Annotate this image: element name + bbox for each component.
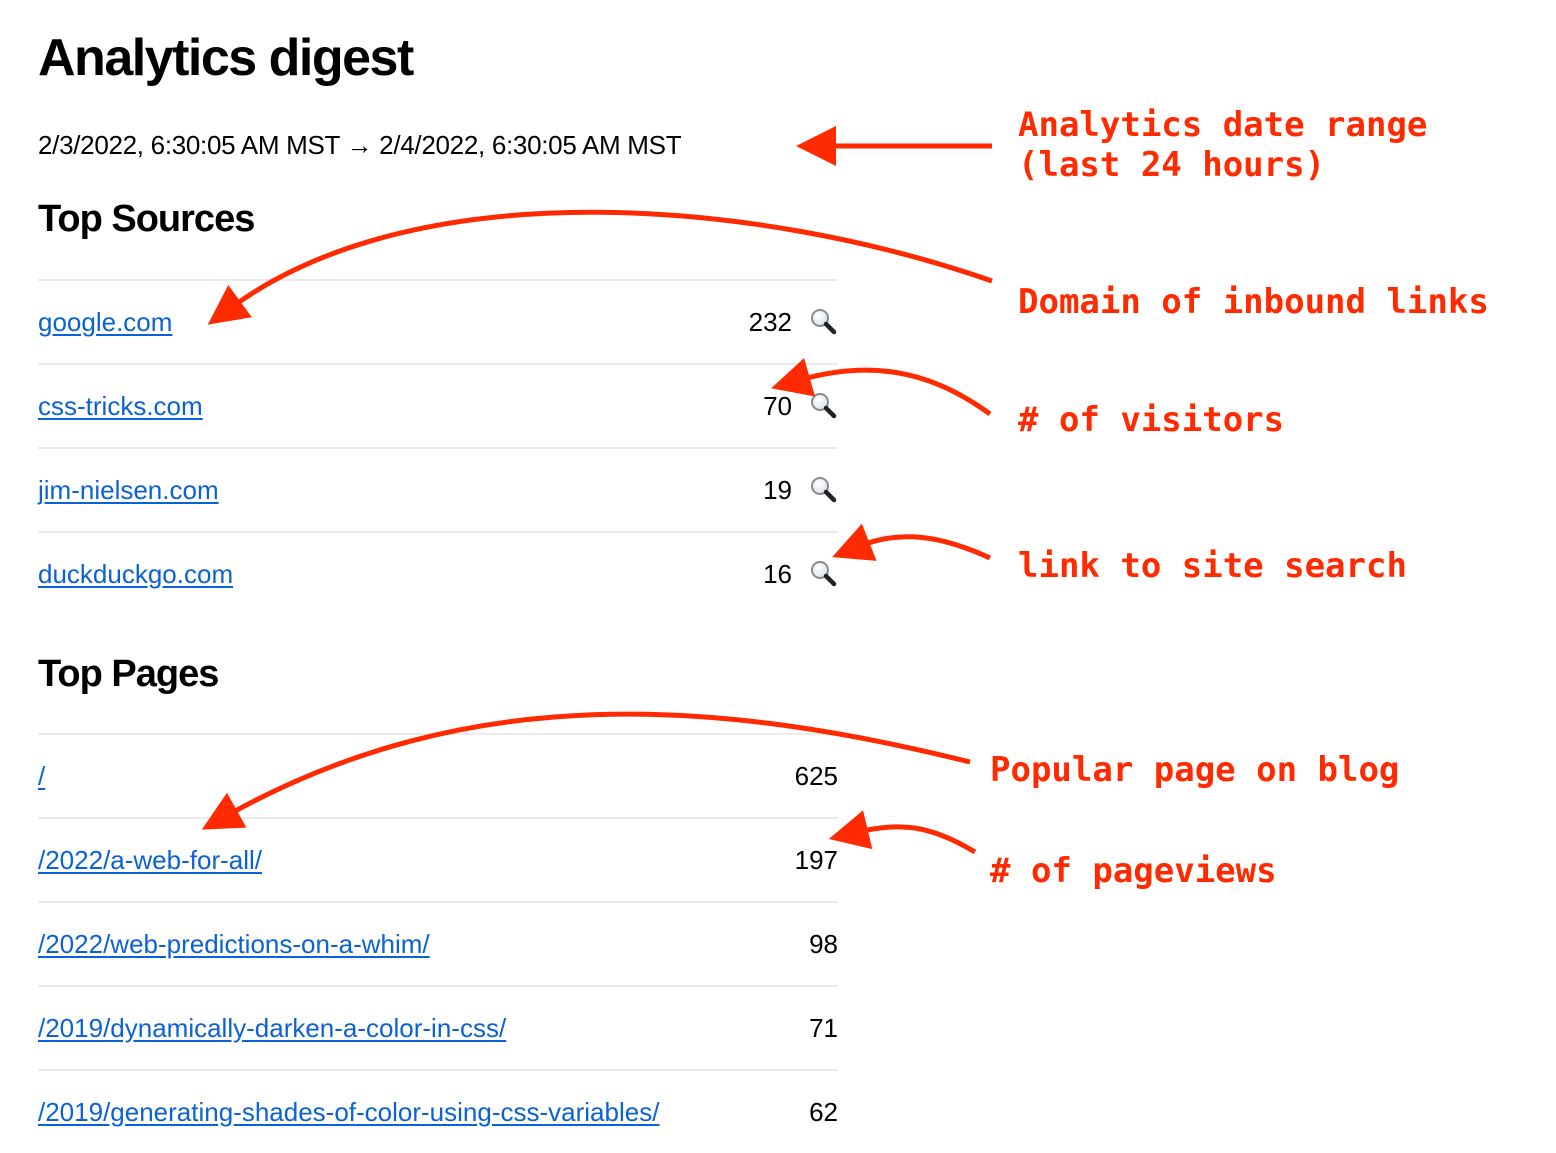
page-title: Analytics digest bbox=[38, 29, 414, 87]
top-sources-list: google.com 232 css-tricks.com 70 jim-nie… bbox=[38, 279, 838, 615]
arrow-site-search bbox=[832, 523, 992, 561]
source-link[interactable]: google.com bbox=[38, 307, 172, 338]
pageview-count: 62 bbox=[809, 1096, 838, 1127]
annotation-domain: Domain of inbound links bbox=[1018, 282, 1489, 322]
top-pages-list: / 625 /2022/a-web-for-all/ 197 /2022/web… bbox=[38, 733, 838, 1153]
date-range: 2/3/2022, 6:30:05 AM MST → 2/4/2022, 6:3… bbox=[38, 130, 682, 160]
source-link[interactable]: jim-nielsen.com bbox=[38, 475, 219, 506]
source-row: css-tricks.com 70 bbox=[38, 363, 838, 447]
search-icon[interactable] bbox=[808, 475, 838, 505]
page-link[interactable]: /2022/web-predictions-on-a-whim/ bbox=[38, 929, 430, 960]
source-row: google.com 232 bbox=[38, 279, 838, 363]
annotation-pageviews: # of pageviews bbox=[990, 851, 1277, 891]
pageview-count: 71 bbox=[809, 1012, 838, 1043]
pageview-count: 197 bbox=[794, 844, 838, 875]
page-link[interactable]: / bbox=[38, 761, 45, 792]
visitor-count: 232 bbox=[748, 306, 792, 337]
page-link[interactable]: /2022/a-web-for-all/ bbox=[38, 845, 262, 876]
arrow-pageviews bbox=[828, 810, 977, 855]
page-link[interactable]: /2019/generating-shades-of-color-using-c… bbox=[38, 1097, 659, 1128]
source-link[interactable]: css-tricks.com bbox=[38, 391, 203, 422]
pageview-count: 98 bbox=[809, 928, 838, 959]
page-row: /2019/generating-shades-of-color-using-c… bbox=[38, 1069, 838, 1153]
page-link[interactable]: /2019/dynamically-darken-a-color-in-css/ bbox=[38, 1013, 506, 1044]
annotation-date-range: Analytics date range (last 24 hours) bbox=[1018, 105, 1428, 185]
page-row: / 625 bbox=[38, 733, 838, 817]
search-icon[interactable] bbox=[808, 307, 838, 337]
visitor-count: 19 bbox=[763, 474, 792, 505]
annotation-popular-page: Popular page on blog bbox=[990, 750, 1400, 790]
page-row: /2019/dynamically-darken-a-color-in-css/… bbox=[38, 985, 838, 1069]
annotation-visitors: # of visitors bbox=[1018, 400, 1285, 440]
page-row: /2022/web-predictions-on-a-whim/ 98 bbox=[38, 901, 838, 985]
source-row: duckduckgo.com 16 bbox=[38, 531, 838, 615]
pageview-count: 625 bbox=[794, 760, 838, 791]
visitor-count: 16 bbox=[763, 558, 792, 589]
top-pages-heading: Top Pages bbox=[38, 653, 219, 695]
visitor-count: 70 bbox=[763, 390, 792, 421]
source-link[interactable]: duckduckgo.com bbox=[38, 559, 233, 590]
search-icon[interactable] bbox=[808, 559, 838, 589]
source-row: jim-nielsen.com 19 bbox=[38, 447, 838, 531]
annotation-site-search: link to site search bbox=[1018, 546, 1407, 586]
page-row: /2022/a-web-for-all/ 197 bbox=[38, 817, 838, 901]
search-icon[interactable] bbox=[808, 391, 838, 421]
top-sources-heading: Top Sources bbox=[38, 198, 255, 240]
